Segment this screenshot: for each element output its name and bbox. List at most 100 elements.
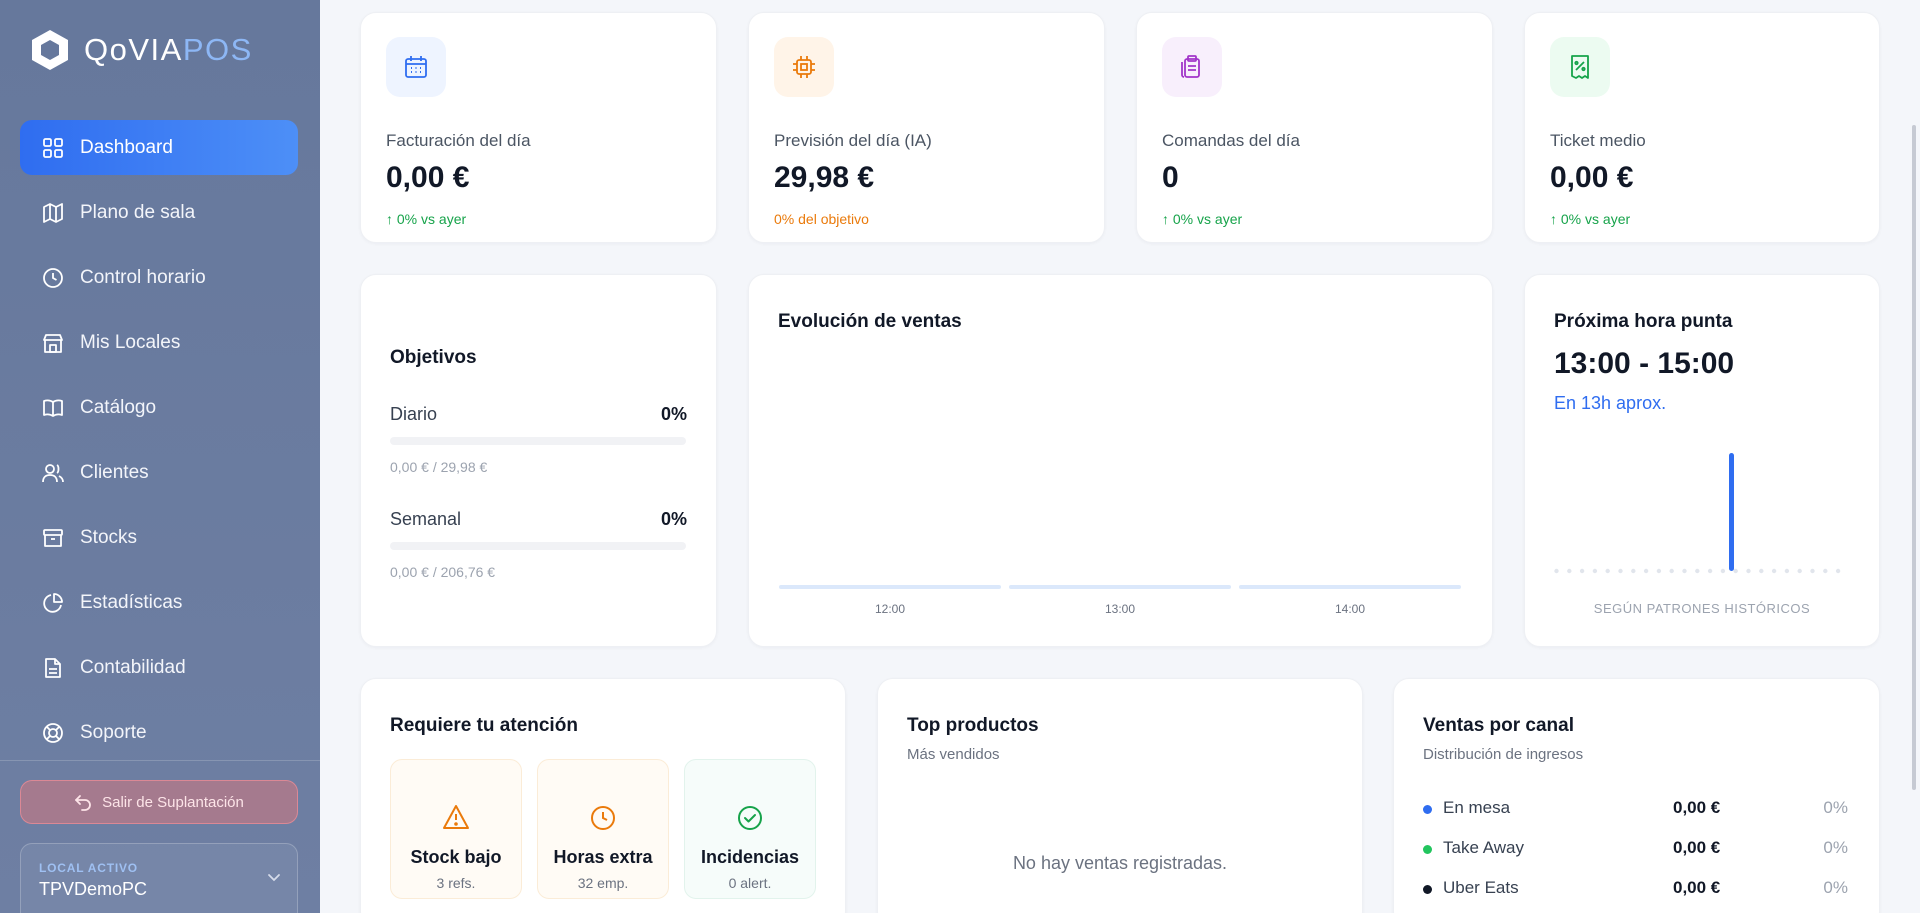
- hour-dot: [1592, 568, 1598, 574]
- sidebar-item-catalogo[interactable]: Catálogo: [20, 380, 298, 435]
- sales-channel-subtitle: Distribución de ingresos: [1423, 746, 1584, 763]
- undo-arrow-icon: [75, 795, 91, 811]
- sidebar-item-label: Clientes: [80, 461, 149, 483]
- peak-hour-histogram: [1554, 453, 1841, 574]
- objetivos-card: Objetivos Diario 0% 0,00 € / 29,98 € Sem…: [360, 274, 717, 647]
- hour-dot: [1771, 568, 1777, 574]
- sidebar-item-control-horario[interactable]: Control horario: [20, 250, 298, 305]
- kpi-label: Comandas del día: [1162, 131, 1300, 150]
- clipboard-icon: [1181, 55, 1200, 78]
- hour-dot: [1695, 568, 1700, 574]
- receipt-icon: [1571, 55, 1589, 79]
- cpu-icon: [793, 56, 815, 78]
- x-tick-label: 12:00: [875, 602, 906, 616]
- warning-icon: [443, 805, 469, 829]
- hour-dot: [1656, 568, 1662, 574]
- hour-dot: [1567, 568, 1572, 574]
- brand-name: QoVIAPOS: [84, 32, 253, 67]
- peak-hour-card: Próxima hora punta 13:00 - 15:00 En 13h …: [1524, 274, 1880, 647]
- check-circle-icon: [738, 806, 762, 830]
- hour-dot: [1823, 568, 1828, 574]
- kpi-card-facturacion: Facturación del día 0,00 € ↑ 0% vs ayer: [360, 12, 717, 243]
- peak-hour-eta: En 13h aprox.: [1554, 393, 1667, 413]
- active-local-selector[interactable]: LOCAL ACTIVO TPVDemoPC: [20, 843, 298, 913]
- clock-icon: [591, 806, 615, 830]
- top-products-subtitle: Más vendidos: [907, 746, 1000, 763]
- sidebar-item-label: Control horario: [80, 266, 206, 288]
- top-products-empty-message: No hay ventas registradas.: [1012, 853, 1228, 873]
- active-local-label: LOCAL ACTIVO: [39, 861, 138, 875]
- peak-hour-bar: [1729, 453, 1734, 571]
- sidebar: QoVIAPOS Dashboard Plano de sala Control…: [0, 0, 320, 913]
- page-scrollbar-thumb[interactable]: [1912, 125, 1916, 790]
- sidebar-item-plano-de-sala[interactable]: Plano de sala: [20, 185, 298, 240]
- sales-channel-card: Ventas por canal Distribución de ingreso…: [1393, 678, 1880, 913]
- alert-tile-stock-bajo[interactable]: Stock bajo 3 refs.: [390, 759, 522, 899]
- kpi-icon-box: [774, 37, 834, 97]
- sidebar-item-label: Catálogo: [80, 396, 157, 418]
- sidebar-item-estadisticas[interactable]: Estadísticas: [20, 575, 298, 630]
- kpi-value: 0,00 €: [386, 161, 470, 194]
- hour-dot: [1707, 568, 1713, 574]
- channel-name: Take Away: [1443, 838, 1524, 857]
- clock-icon: [43, 267, 63, 288]
- objetivo-diario-progress: [390, 437, 686, 445]
- hour-dot: [1669, 568, 1674, 574]
- channel-pct: 0%: [1823, 878, 1848, 897]
- sales-bar-14: [1239, 585, 1461, 589]
- objetivo-semanal-pct: 0%: [660, 509, 687, 529]
- objetivo-semanal-amount: 0,00 € / 206,76 €: [390, 564, 496, 580]
- kpi-value: 0,00 €: [1550, 161, 1634, 194]
- sidebar-item-mis-locales[interactable]: Mis Locales: [20, 315, 298, 370]
- peak-hour-footnote: SEGÚN PATRONES HISTÓRICOS: [1593, 601, 1811, 616]
- hexagon-logo-icon: [32, 30, 68, 70]
- sidebar-item-soporte[interactable]: Soporte: [20, 705, 298, 760]
- hour-dot: [1784, 568, 1790, 574]
- objetivo-diario-label: Diario: [390, 404, 438, 424]
- channel-name: Uber Eats: [1443, 878, 1519, 897]
- calendar-icon: [405, 56, 427, 78]
- exit-impersonation-button[interactable]: Salir de Suplantación: [20, 780, 298, 824]
- hour-dot: [1810, 568, 1815, 574]
- sales-bar-13: [1009, 585, 1231, 589]
- channel-row-en-mesa: En mesa 0,00 € 0%: [1423, 796, 1848, 822]
- hour-dot: [1631, 568, 1636, 574]
- alert-count: 32 emp.: [577, 875, 629, 891]
- map-icon: [43, 202, 63, 223]
- hour-dots: [1554, 568, 1841, 574]
- sidebar-item-dashboard[interactable]: Dashboard: [20, 120, 298, 175]
- lifebuoy-icon: [43, 722, 63, 743]
- hour-dot: [1835, 568, 1841, 574]
- alert-tile-horas-extra[interactable]: Horas extra 32 emp.: [537, 759, 669, 899]
- kpi-card-ticket-medio: Ticket medio 0,00 € ↑ 0% vs ayer: [1524, 12, 1880, 243]
- hour-dot: [1746, 568, 1751, 574]
- alert-title: Incidencias: [700, 847, 800, 867]
- pie-chart-icon: [43, 592, 63, 613]
- channel-dot: [1423, 845, 1432, 854]
- channel-pct: 0%: [1823, 838, 1848, 857]
- sidebar-nav: Dashboard Plano de sala Control horario …: [20, 120, 298, 770]
- hour-dot: [1605, 568, 1610, 574]
- grid-icon: [43, 137, 63, 158]
- channel-name: En mesa: [1443, 798, 1511, 817]
- sidebar-item-stocks[interactable]: Stocks: [20, 510, 298, 565]
- kpi-icon-box: [1162, 37, 1222, 97]
- x-tick-label: 13:00: [1105, 602, 1136, 616]
- hour-dot: [1759, 568, 1764, 574]
- alert-tile-incidencias[interactable]: Incidencias 0 alert.: [684, 759, 816, 899]
- sidebar-item-label: Mis Locales: [80, 331, 181, 353]
- peak-hour-range: 13:00 - 15:00: [1554, 347, 1735, 380]
- channel-dot: [1423, 805, 1432, 814]
- sidebar-item-contabilidad[interactable]: Contabilidad: [20, 640, 298, 695]
- sales-channel-title: Ventas por canal: [1423, 715, 1575, 736]
- sidebar-item-label: Contabilidad: [80, 656, 186, 678]
- sidebar-item-clientes[interactable]: Clientes: [20, 445, 298, 500]
- channel-dot: [1423, 885, 1432, 894]
- kpi-icon-box: [386, 37, 446, 97]
- brand[interactable]: QoVIAPOS: [30, 28, 253, 72]
- peak-hour-title: Próxima hora punta: [1554, 311, 1733, 332]
- alert-title: Stock bajo: [410, 847, 502, 867]
- hour-dot: [1720, 568, 1726, 574]
- kpi-label: Previsión del día (IA): [774, 131, 932, 150]
- hour-dot: [1579, 568, 1585, 574]
